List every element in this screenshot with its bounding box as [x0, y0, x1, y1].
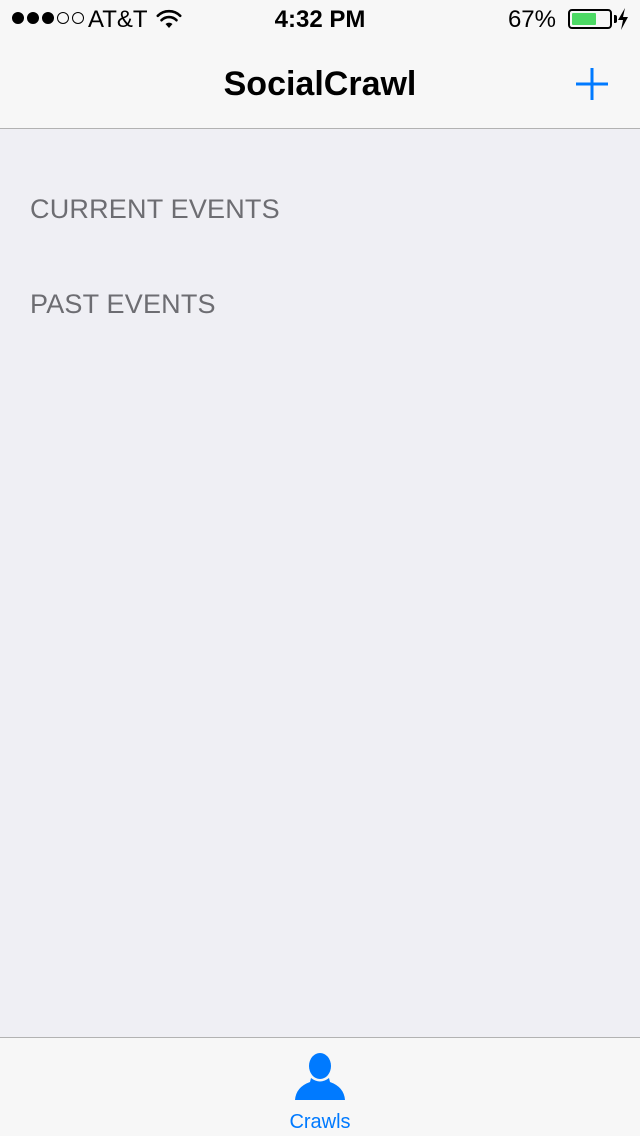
- battery-level-fill: [572, 13, 596, 25]
- page-title: SocialCrawl: [223, 65, 417, 103]
- app-screen: AT&T 4:32 PM 67% SocialCrawl CURRENT EVE…: [0, 0, 640, 1136]
- section-header-past-events: PAST EVENTS: [30, 289, 216, 319]
- section-header-current-events: CURRENT EVENTS: [30, 194, 280, 224]
- battery-percent: 67%: [507, 6, 556, 33]
- tab-label: Crawls: [289, 1111, 351, 1133]
- charging-bolt-icon: [618, 8, 628, 30]
- add-crawl-button[interactable]: [568, 60, 616, 108]
- plus-icon: [576, 68, 608, 100]
- battery-icon: [568, 9, 612, 29]
- header: AT&T 4:32 PM 67% SocialCrawl: [0, 0, 640, 129]
- tab-bar: Crawls: [0, 1037, 640, 1136]
- status-bar: AT&T 4:32 PM 67%: [0, 0, 640, 40]
- tab-crawls[interactable]: Crawls: [270, 1038, 370, 1136]
- person-icon: [295, 1053, 345, 1100]
